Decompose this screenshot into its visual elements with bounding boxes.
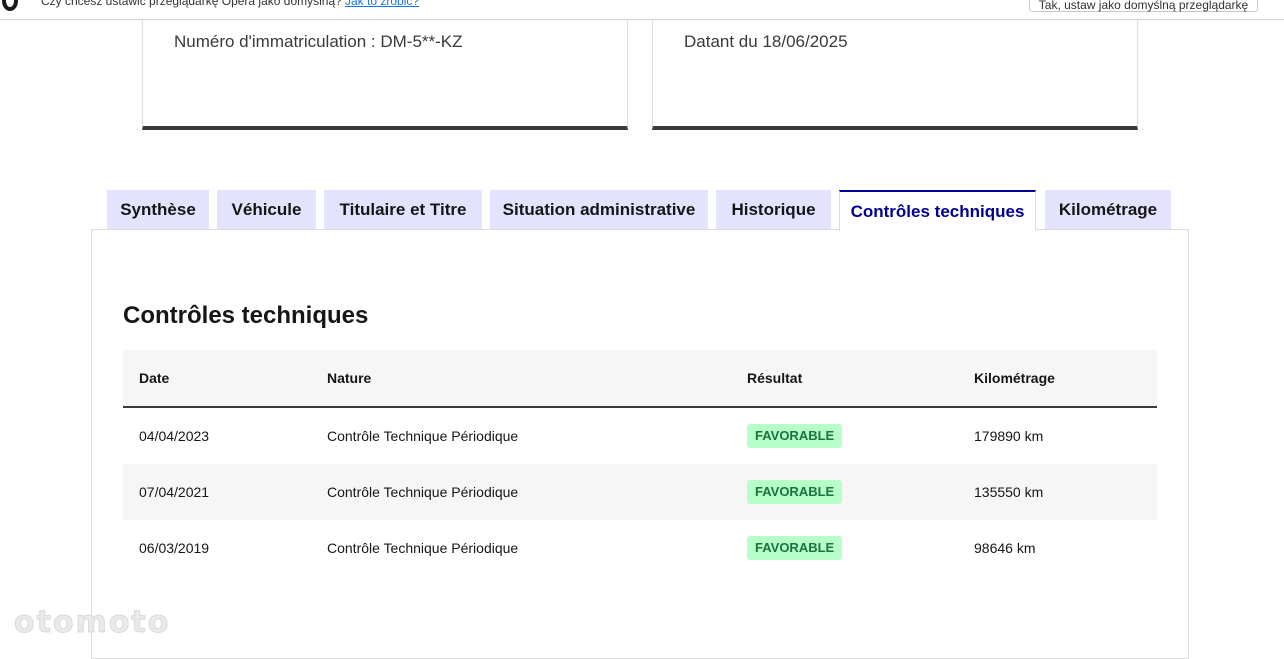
column-header-kilometrage: Kilométrage [974,370,1055,386]
tab-titulaire-et-titre[interactable]: Titulaire et Titre [324,190,482,230]
row-nature: Contrôle Technique Périodique [327,540,519,556]
row-date: 04/04/2023 [139,428,210,444]
opera-logo-icon [2,0,18,11]
column-header-nature: Nature [327,370,372,386]
result-badge: FAVORABLE [747,480,843,504]
row-kilometrage: 98646 km [974,540,1036,556]
tab-historique[interactable]: Historique [716,190,831,230]
registration-card: Numéro d'immatriculation : DM-5**-KZ [142,20,628,130]
tab-controles-techniques[interactable]: Contrôles techniques [839,190,1036,231]
table-row: 07/04/2021 Contrôle Technique Périodique… [123,464,1157,520]
table-row: 06/03/2019 Contrôle Technique Périodique… [123,520,1157,576]
browser-default-prompt-bar: Czy chcesz ustawić przeglądarkę Opera ja… [0,0,1284,20]
row-date: 07/04/2021 [139,484,210,500]
result-badge: FAVORABLE [747,536,843,560]
set-default-browser-button[interactable]: Tak, ustaw jako domyślną przeglądarkę [1029,0,1258,12]
registration-number: Numéro d'immatriculation : DM-5**-KZ [174,32,463,51]
table-row: 04/04/2023 Contrôle Technique Périodique… [123,408,1157,464]
how-to-link[interactable]: Jak to zrobić? [345,0,419,8]
row-nature: Contrôle Technique Périodique [327,428,519,444]
report-date: Datant du 18/06/2025 [684,32,848,51]
tab-vehicule[interactable]: Véhicule [217,190,316,230]
table-header: Date Nature Résultat Kilométrage [123,350,1157,408]
section-title: Contrôles techniques [123,302,369,329]
row-nature: Contrôle Technique Périodique [327,484,519,500]
row-date: 06/03/2019 [139,540,210,556]
column-header-date: Date [139,370,170,386]
result-badge: FAVORABLE [747,424,843,448]
row-kilometrage: 135550 km [974,484,1044,500]
tab-synthese[interactable]: Synthèse [107,190,209,230]
report-date-card: Datant du 18/06/2025 [652,20,1138,130]
column-header-result: Résultat [747,370,803,386]
otomoto-watermark: otomoto [13,605,171,641]
row-kilometrage: 179890 km [974,428,1044,444]
tab-situation-administrative[interactable]: Situation administrative [490,190,708,230]
tab-kilometrage[interactable]: Kilométrage [1045,190,1171,230]
default-browser-message: Czy chcesz ustawić przeglądarkę Opera ja… [41,0,342,8]
